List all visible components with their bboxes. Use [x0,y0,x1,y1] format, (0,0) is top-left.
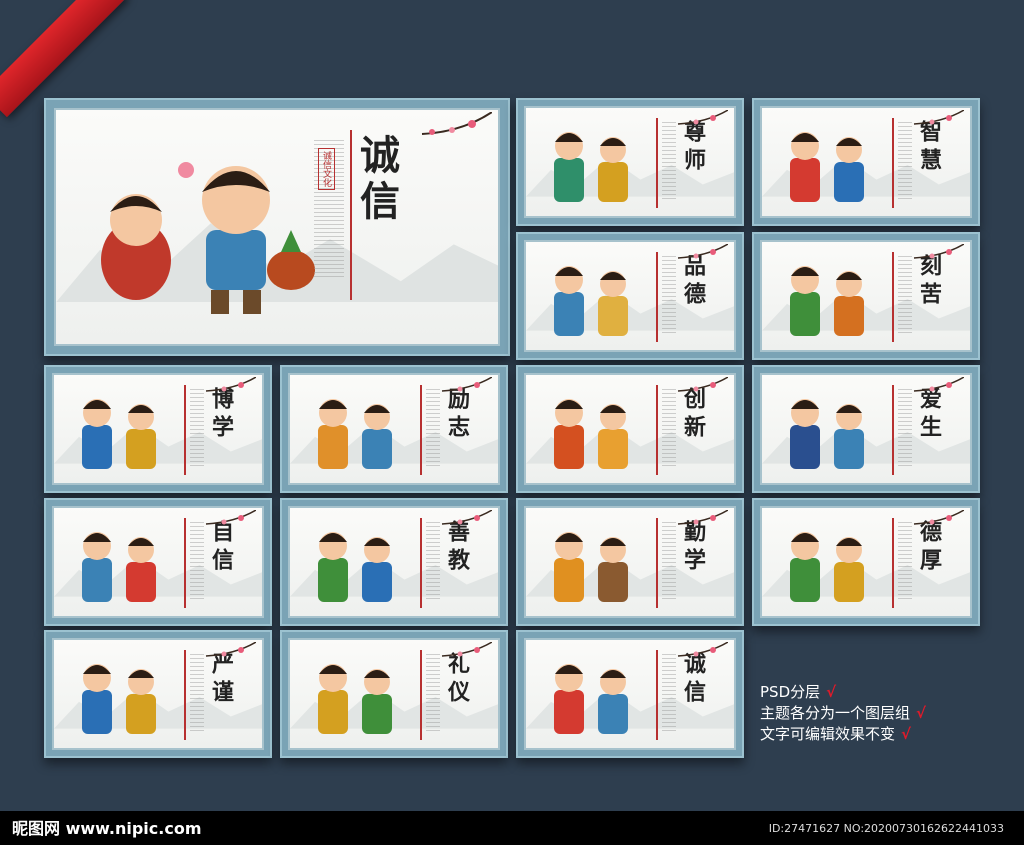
culture-panel: 德厚 [752,498,980,626]
culture-panel: 创新 [516,365,744,493]
red-divider [420,650,422,740]
note-line-2: 主题各分为一个图层组 [760,704,911,722]
plum-blossom-branch [913,110,964,125]
figure-illustration [554,532,628,602]
seal: 诚信文化 [318,148,335,190]
plum-blossom-branch [421,112,492,135]
culture-panel: 品德 [516,232,744,360]
feature-notes: PSD分层 √ 主题各分为一个图层组 √ 文字可编辑效果不变 √ [760,682,926,745]
plum-blossom-branch [205,377,256,392]
figure-illustration [318,399,392,469]
figure-illustration [318,664,392,734]
plum-blossom-branch [677,110,728,125]
culture-panel: 勤学 [516,498,744,626]
culture-panel: 善教 [280,498,508,626]
red-divider [656,518,658,608]
red-divider [350,130,352,300]
plum-blossom-branch [441,642,492,657]
red-divider [656,650,658,740]
plum-blossom-branch [441,377,492,392]
red-divider [184,650,186,740]
red-divider [184,518,186,608]
culture-panel: 爱生 [752,365,980,493]
figure-illustration [82,664,156,734]
plum-blossom-branch [205,642,256,657]
red-divider [420,385,422,475]
culture-panel: 诚信 [516,630,744,758]
culture-panel: 博学 [44,365,272,493]
red-divider [892,252,894,342]
red-divider [892,118,894,208]
figure-illustration [554,664,628,734]
plum-blossom-branch [913,244,964,259]
plum-blossom-branch [677,377,728,392]
check-icon: √ [916,704,927,722]
culture-panel: 智慧 [752,98,980,226]
culture-panel: 励志 [280,365,508,493]
check-icon: √ [901,725,912,743]
check-icon: √ [826,683,837,701]
red-divider [656,118,658,208]
figure-illustration [790,399,864,469]
plum-blossom-branch [677,244,728,259]
figure-illustration [318,532,392,602]
plum-blossom-branch [913,377,964,392]
children-illustration [101,162,315,314]
watermark-bar: 昵图网 www.nipic.com ID:27471627 NO:2020073… [0,811,1024,845]
red-divider [656,385,658,475]
culture-panel: 刻苦 [752,232,980,360]
red-divider [420,518,422,608]
figure-illustration [554,399,628,469]
image-id: ID:27471627 NO:20200730162622441033 [768,822,1004,835]
red-divider [892,518,894,608]
main-panel: 诚信 诚信文化 [44,98,510,356]
figure-illustration [790,532,864,602]
culture-panel: 严谨 [44,630,272,758]
culture-panel: 自信 [44,498,272,626]
plum-blossom-branch [913,510,964,525]
figure-illustration [790,132,864,202]
plum-blossom-branch [205,510,256,525]
figure-illustration [790,266,864,336]
plum-blossom-branch [441,510,492,525]
figure-illustration [554,266,628,336]
plum-blossom-branch [677,510,728,525]
red-divider [184,385,186,475]
red-divider [892,385,894,475]
culture-panel: 尊师 [516,98,744,226]
main-title: 诚信 [353,134,400,226]
red-divider [656,252,658,342]
figure-illustration [82,532,156,602]
culture-panel: 礼仪 [280,630,508,758]
figure-illustration [82,399,156,469]
plum-blossom-branch [677,642,728,657]
note-line-1: PSD分层 [760,683,821,701]
figure-illustration [554,132,628,202]
site-logo[interactable]: 昵图网 www.nipic.com [12,815,202,839]
note-line-3: 文字可编辑效果不变 [760,725,896,743]
